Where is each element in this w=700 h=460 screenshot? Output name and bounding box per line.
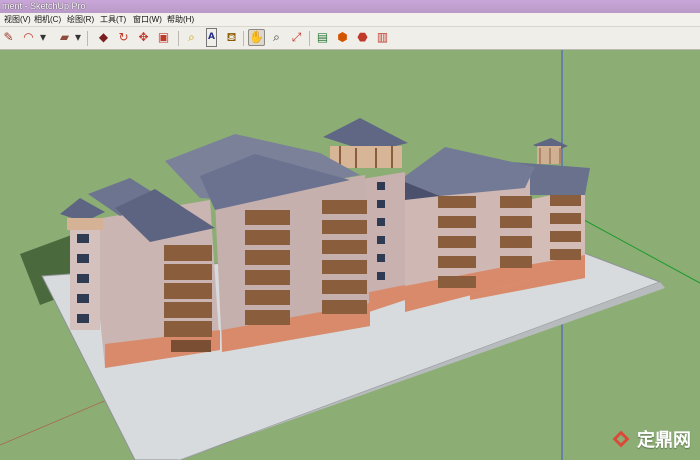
move-tool-button[interactable]: ✥ (135, 29, 152, 46)
dropdown-icon: ▾ (74, 30, 82, 44)
paint-bucket-tool-button[interactable]: ⛾ (223, 29, 240, 46)
tape-measure-tool-button[interactable]: ⌕ (183, 29, 200, 46)
model-viewport[interactable] (0, 50, 700, 460)
push-pull-icon: ◆ (98, 30, 109, 44)
menu-camera[interactable]: 相机(C) (34, 13, 61, 26)
zoom-tool-button[interactable]: ⌕ (268, 29, 285, 46)
move-icon: ✥ (138, 30, 149, 44)
toolbar-separator (87, 31, 88, 46)
menu-view[interactable]: 视图(V) (4, 13, 31, 26)
text-tool-button[interactable]: A (203, 28, 220, 47)
toolbar-separator (243, 31, 244, 46)
site-watermark: 定鼎网 (613, 426, 691, 452)
window-titlebar: ment - SketchUp Pro (0, 0, 700, 13)
scale-icon: ▣ (157, 30, 170, 44)
arc-tool-button[interactable]: ◠ (20, 29, 37, 46)
zoom-extents-icon: ⤢ (291, 30, 302, 44)
materials-icon: ⬣ (357, 30, 368, 44)
shape-dropdown-button[interactable]: ▾ (73, 29, 83, 46)
pencil-tool-button[interactable]: ✎ (0, 29, 17, 46)
menu-draw[interactable]: 绘图(R) (67, 13, 94, 26)
scenes-icon: ▥ (376, 30, 389, 44)
layers-icon: ⬢ (337, 30, 348, 44)
paint-bucket-icon: ⛾ (226, 30, 237, 44)
menu-bar: 视图(V) 相机(C) 绘图(R) 工具(T) 窗口(W) 帮助(H) (0, 13, 700, 27)
arc-icon: ◠ (23, 30, 34, 44)
menu-help[interactable]: 帮助(H) (167, 13, 194, 26)
arc-dropdown-button[interactable]: ▾ (38, 29, 48, 46)
zoom-extents-tool-button[interactable]: ⤢ (288, 29, 305, 46)
dropdown-icon: ▾ (39, 30, 47, 44)
menu-window[interactable]: 窗口(W) (133, 13, 162, 26)
layers-button[interactable]: ⬢ (334, 29, 351, 46)
tape-measure-icon: ⌕ (188, 30, 195, 44)
zoom-icon: ⌕ (273, 30, 280, 44)
watermark-label: 定鼎网 (637, 430, 691, 451)
push-pull-tool-button[interactable]: ◆ (95, 29, 112, 46)
scenes-button[interactable]: ▥ (374, 29, 391, 46)
components-button[interactable]: ▤ (314, 29, 331, 46)
orbit-tool-button[interactable]: ✋ (248, 29, 265, 46)
main-toolbar: ✎ ◠ ▾ ▰ ▾ ◆ ↻ ✥ ▣ ⌕ A ⛾ ✋ ⌕ ⤢ ▤ ⬢ ⬣ ▥ (0, 27, 700, 50)
menu-tools[interactable]: 工具(T) (100, 13, 126, 26)
follow-me-tool-button[interactable]: ↻ (115, 29, 132, 46)
window-title: ment - SketchUp Pro (2, 1, 86, 11)
text-icon: A (206, 28, 217, 47)
rectangle-tool-button[interactable]: ▰ (56, 29, 73, 46)
logo-icon (613, 430, 633, 448)
scene-canvas (0, 50, 700, 460)
scale-tool-button[interactable]: ▣ (155, 29, 172, 46)
components-icon: ▤ (316, 30, 329, 44)
toolbar-separator (309, 31, 310, 46)
follow-me-icon: ↻ (118, 30, 129, 44)
rectangle-icon: ▰ (59, 30, 70, 44)
materials-button[interactable]: ⬣ (354, 29, 371, 46)
toolbar-separator (178, 31, 179, 46)
pencil-icon: ✎ (3, 30, 14, 44)
orbit-icon: ✋ (249, 30, 264, 44)
